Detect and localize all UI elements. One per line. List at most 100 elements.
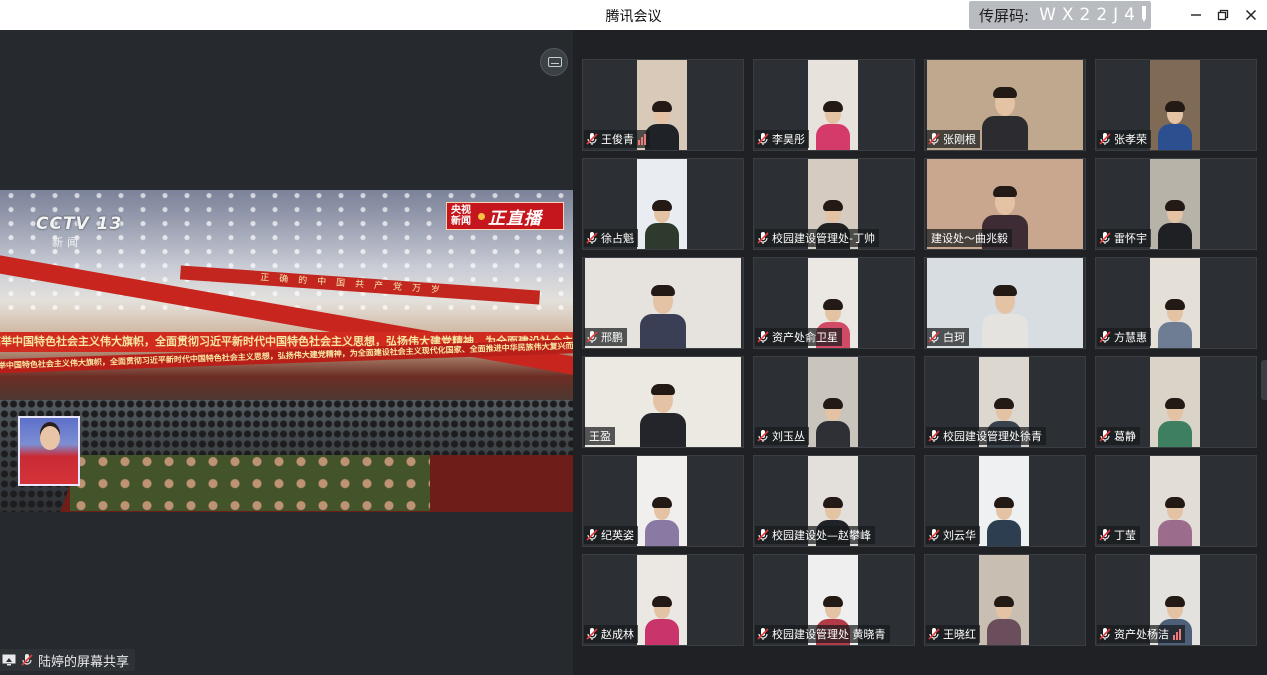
participant-hair — [651, 384, 675, 395]
gallery-collapse-handle[interactable] — [1261, 360, 1267, 400]
participant-tile[interactable]: 刘云华 — [924, 455, 1086, 547]
participant-body — [982, 116, 1028, 150]
minimize-button[interactable] — [1186, 5, 1206, 25]
participant-tile[interactable]: 白珂 — [924, 257, 1086, 349]
participant-hair — [1165, 200, 1185, 211]
participant-hair — [1165, 398, 1185, 409]
participant-tile[interactable]: 建设处～曲兆毅 — [924, 158, 1086, 250]
participant-tile[interactable]: 王俊青 — [582, 59, 744, 151]
screen-share-area[interactable]: 正确的中国共产党万岁 高举中国特色社会主义伟大旗帜，全面贯彻习近平新时代中国特色… — [0, 30, 573, 675]
participant-tile[interactable]: 赵成林 — [582, 554, 744, 646]
participant-tile[interactable]: 雷怀宇 — [1095, 158, 1257, 250]
participant-name: 校园建设处—赵攀峰 — [772, 529, 871, 542]
participant-name: 方慧惠 — [1114, 331, 1147, 344]
participant-tile[interactable]: 资产处杨洁 — [1095, 554, 1257, 646]
mic-muted-icon — [1099, 529, 1111, 541]
toggle-toolbar-button[interactable] — [540, 48, 568, 76]
participant-hair — [1165, 596, 1185, 607]
participant-name-tag: 校园建设管理处 黄晓青 — [755, 625, 890, 643]
participant-body — [640, 413, 686, 447]
mic-muted-icon — [1099, 628, 1111, 640]
participant-tile[interactable]: 方慧惠 — [1095, 257, 1257, 349]
participant-video — [637, 555, 687, 645]
participant-hair — [993, 285, 1017, 296]
screen-share-icon — [2, 654, 16, 666]
live-badge-small: 央视新闻 — [451, 205, 471, 227]
participant-tile[interactable]: 校园建设处—赵攀峰 — [753, 455, 915, 547]
participant-hair — [651, 285, 675, 296]
sign-language-inset — [18, 416, 80, 486]
mic-muted-icon — [928, 133, 940, 145]
participant-hair — [823, 596, 843, 607]
participant-body — [645, 124, 679, 150]
participant-hair — [823, 200, 843, 211]
participant-name-tag: 王盈 — [584, 427, 615, 445]
participant-tile[interactable]: 刘玉丛 — [753, 356, 915, 448]
participant-tile[interactable]: 王盈 — [582, 356, 744, 448]
close-button[interactable] — [1241, 5, 1261, 25]
participant-tile[interactable]: 张刚根 — [924, 59, 1086, 151]
participant-hair — [993, 186, 1017, 197]
participant-tile[interactable]: 张孝荣 — [1095, 59, 1257, 151]
participant-grid: 王俊青 李昊彤 张刚根 张孝荣 徐占魁 校园建设管理处-丁帅 建设处～曲兆毅 雷… — [582, 59, 1257, 646]
participant-tile[interactable]: 丁莹 — [1095, 455, 1257, 547]
participant-tile[interactable]: 徐占魁 — [582, 158, 744, 250]
participant-tile[interactable]: 校园建设管理处-丁帅 — [753, 158, 915, 250]
mic-muted-icon — [757, 529, 769, 541]
participant-video — [979, 456, 1029, 546]
participant-body — [987, 520, 1021, 546]
participant-name: 丁莹 — [1114, 529, 1136, 542]
mic-muted-icon — [586, 133, 598, 145]
participant-body — [982, 314, 1028, 348]
participant-name-tag: 资产处杨洁 — [1097, 625, 1185, 643]
participant-hair — [823, 398, 843, 409]
mic-muted-icon — [586, 628, 598, 640]
participant-tile[interactable]: 纪英姿 — [582, 455, 744, 547]
participant-tile[interactable]: 校园建设管理处 黄晓青 — [753, 554, 915, 646]
mic-muted-icon — [586, 529, 598, 541]
participant-name: 纪英姿 — [601, 529, 634, 542]
participant-name: 邢鹏 — [601, 331, 623, 344]
participant-tile[interactable]: 葛静 — [1095, 356, 1257, 448]
participant-name: 王俊青 — [601, 133, 634, 146]
participant-name-tag: 建设处～曲兆毅 — [926, 229, 1012, 247]
participant-name: 刘玉丛 — [772, 430, 805, 443]
participant-name: 李昊彤 — [772, 133, 805, 146]
participant-tile[interactable]: 李昊彤 — [753, 59, 915, 151]
participant-hair — [1165, 497, 1185, 508]
participant-video — [1150, 357, 1200, 447]
participant-name: 雷怀宇 — [1114, 232, 1147, 245]
signer-head — [40, 426, 60, 450]
mic-muted-icon — [21, 654, 33, 666]
restore-icon — [1217, 9, 1229, 21]
mic-muted-icon — [1099, 430, 1111, 442]
mic-muted-icon — [1099, 133, 1111, 145]
participant-body — [987, 619, 1021, 645]
restore-button[interactable] — [1213, 5, 1233, 25]
participant-name: 校园建设管理处徐青 — [943, 430, 1042, 443]
participant-video — [808, 60, 858, 150]
participant-name: 校园建设管理处 黄晓青 — [772, 628, 886, 641]
participant-video — [637, 456, 687, 546]
participant-video — [1150, 456, 1200, 546]
participant-tile[interactable]: 资产处俞卫星 — [753, 257, 915, 349]
participant-name: 白珂 — [943, 331, 965, 344]
participant-tile[interactable]: 王晓红 — [924, 554, 1086, 646]
participant-body — [645, 619, 679, 645]
participant-tile[interactable]: 邢鹏 — [582, 257, 744, 349]
mic-muted-icon — [928, 628, 940, 640]
participant-name: 王盈 — [589, 430, 611, 443]
participant-body — [816, 124, 850, 150]
participant-video — [979, 555, 1029, 645]
participant-hair — [652, 101, 672, 112]
participant-hair — [994, 596, 1014, 607]
share-code-box[interactable]: 传屏码: WX22J4 — [969, 1, 1151, 29]
participant-figure — [1158, 398, 1192, 447]
participant-tile[interactable]: 校园建设管理处徐青 — [924, 356, 1086, 448]
participant-body — [1158, 520, 1192, 546]
participant-name-tag: 刘云华 — [926, 526, 980, 544]
participant-video — [1150, 159, 1200, 249]
pencil-icon[interactable] — [1140, 5, 1148, 23]
participant-figure — [987, 497, 1021, 546]
participant-figure — [1158, 200, 1192, 249]
